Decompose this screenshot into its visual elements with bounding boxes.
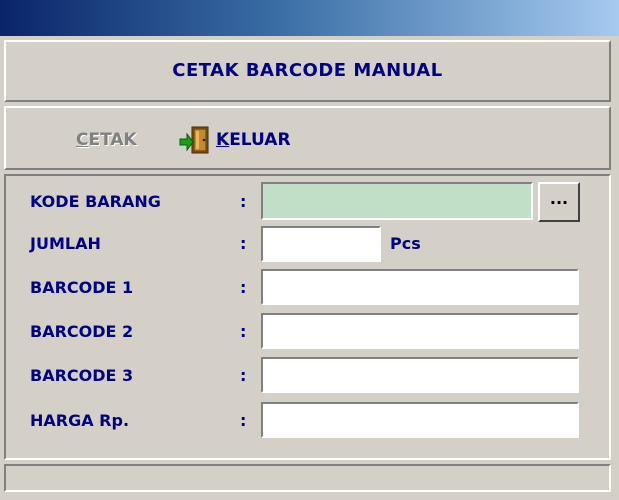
keluar-label: ELUAR (229, 130, 291, 150)
barcode3-label: BARCODE 3 (30, 366, 134, 385)
cetak-button[interactable]: C ETAK (76, 126, 137, 154)
jumlah-unit: Pcs (390, 234, 421, 253)
form-panel: KODE BARANG : ... JUMLAH : Pcs BARCODE 1… (4, 174, 611, 460)
barcode1-colon: : (240, 278, 247, 297)
keluar-button[interactable]: K ELUAR (178, 126, 291, 154)
browse-button[interactable]: ... (538, 182, 580, 222)
kode-barang-field[interactable] (261, 182, 533, 220)
barcode2-label: BARCODE 2 (30, 322, 134, 341)
barcode3-colon: : (240, 366, 247, 385)
harga-colon: : (240, 411, 247, 430)
harga-field[interactable] (261, 402, 579, 438)
cetak-accelerator: C (76, 130, 89, 150)
jumlah-label: JUMLAH (30, 234, 101, 253)
header-panel: CETAK BARCODE MANUAL (4, 40, 611, 102)
jumlah-colon: : (240, 234, 247, 253)
cetak-label: ETAK (88, 130, 137, 150)
barcode2-colon: : (240, 322, 247, 341)
exit-door-icon (178, 125, 212, 155)
kode-barang-label: KODE BARANG (30, 192, 161, 211)
barcode2-field[interactable] (261, 313, 579, 349)
barcode1-field[interactable] (261, 269, 579, 305)
page-title: CETAK BARCODE MANUAL (172, 60, 443, 81)
jumlah-field[interactable] (261, 226, 381, 262)
toolbar: C ETAK K ELUAR (4, 106, 611, 170)
status-bar (4, 464, 611, 492)
barcode1-label: BARCODE 1 (30, 278, 134, 297)
keluar-accelerator: K (216, 130, 230, 150)
harga-label: HARGA Rp. (30, 411, 130, 430)
window-titlebar[interactable] (0, 0, 619, 36)
barcode3-field[interactable] (261, 357, 579, 393)
kode-barang-colon: : (240, 192, 247, 211)
dialog-window: CETAK BARCODE MANUAL C ETAK K ELUAR KODE B… (0, 36, 619, 500)
